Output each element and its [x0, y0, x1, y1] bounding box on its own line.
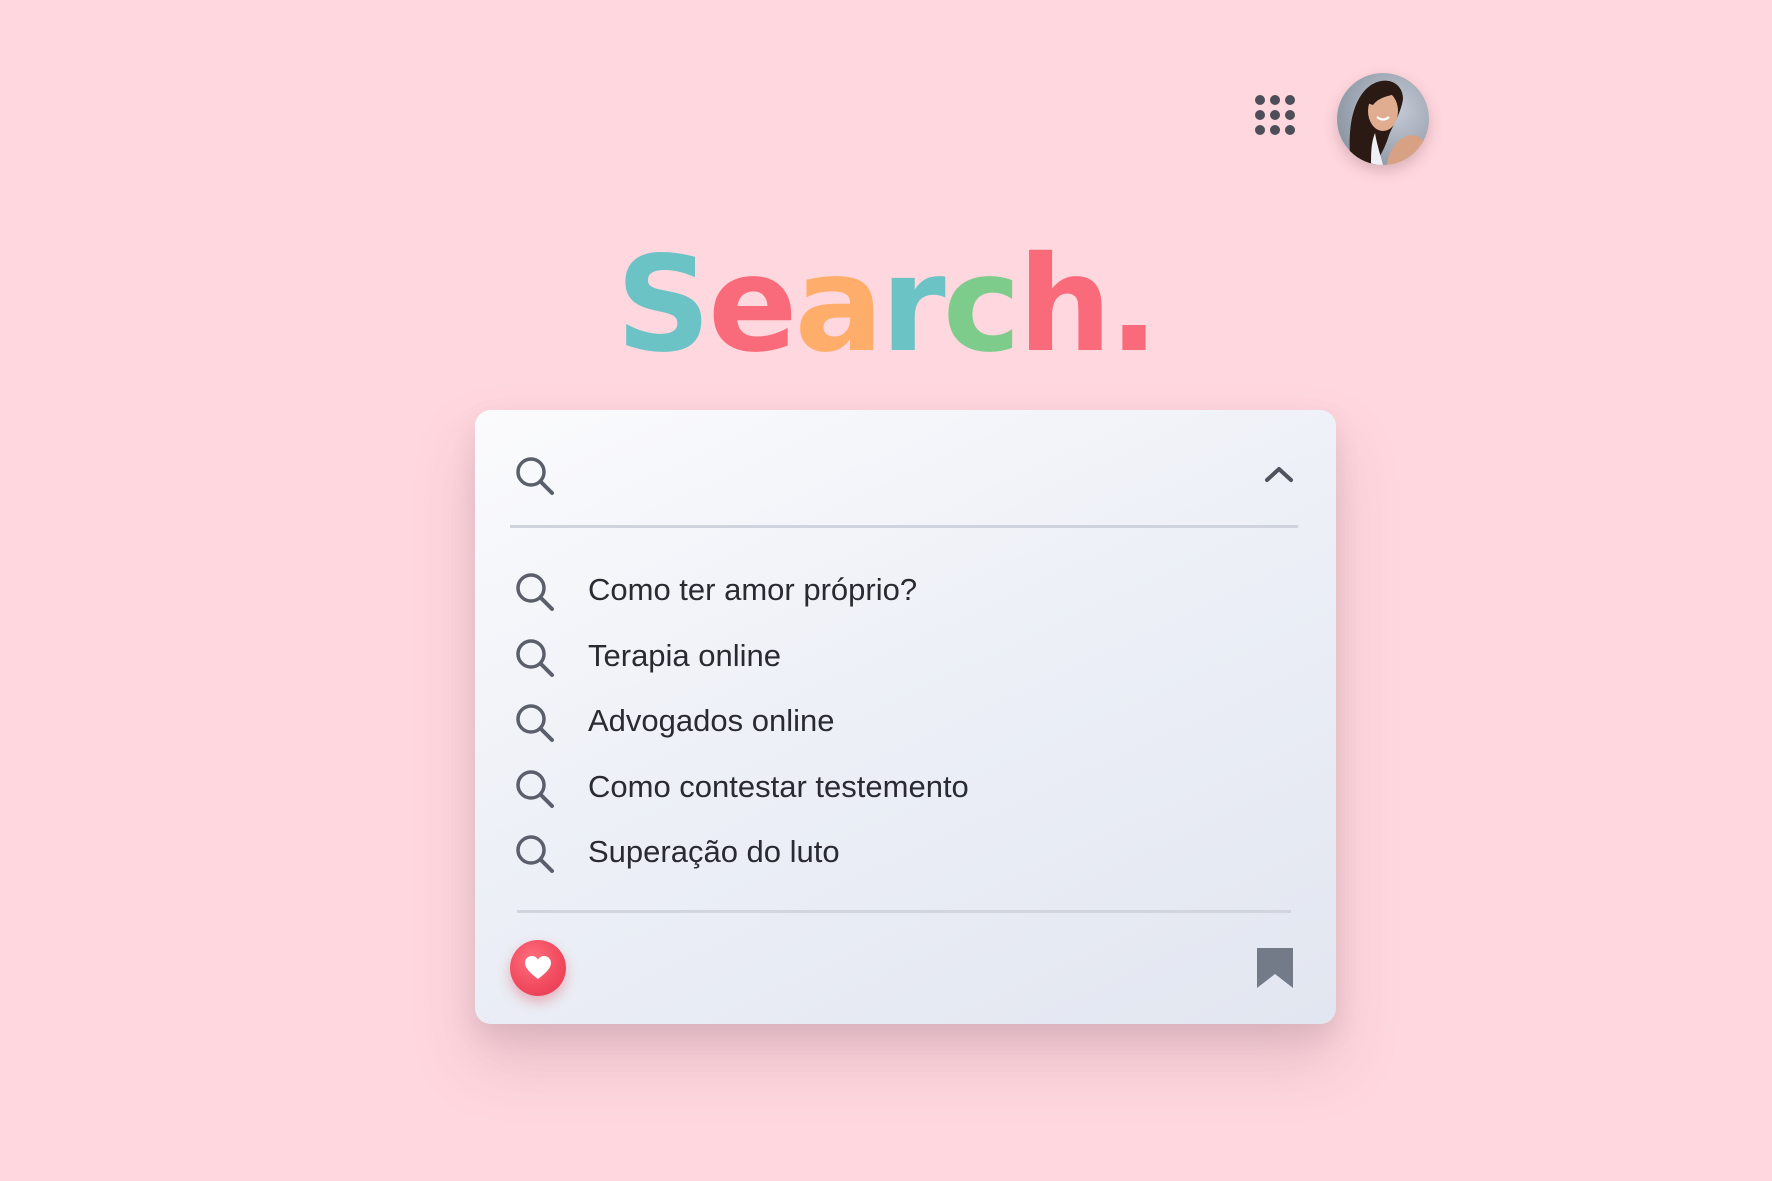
avatar-photo	[1337, 73, 1429, 165]
suggestion-label: Como ter amor próprio?	[588, 572, 918, 607]
suggestion-item[interactable]: Advogados online	[475, 693, 1336, 759]
search-icon	[516, 704, 554, 742]
suggestion-label: Advogados online	[588, 703, 835, 738]
suggestion-item[interactable]: Como contestar testemento	[475, 759, 1336, 825]
heart-icon	[525, 956, 551, 979]
search-bar	[475, 410, 1336, 526]
logo-letter: .	[1108, 228, 1159, 382]
logo-letter: e	[707, 228, 798, 382]
apps-grid-dot	[1255, 95, 1265, 105]
logo-letter: S	[615, 228, 711, 382]
suggestion-label: Terapia online	[588, 637, 782, 673]
apps-grid-dot	[1270, 125, 1280, 135]
suggestion-item[interactable]: Terapia online	[475, 628, 1336, 694]
suggestion-list: Como ter amor próprio? Terapia online Ad…	[475, 562, 1336, 890]
apps-grid-button[interactable]	[1255, 95, 1299, 139]
search-icon	[516, 638, 554, 677]
user-avatar[interactable]	[1337, 73, 1429, 165]
search-icon	[516, 573, 554, 611]
favorite-button[interactable]	[510, 940, 566, 996]
suggestion-label: Como contestar testemento	[588, 768, 969, 804]
search-icon	[516, 769, 554, 808]
search-logo: Search.	[0, 230, 1772, 380]
bookmark-icon[interactable]	[1255, 946, 1295, 990]
logo-letter: a	[794, 228, 884, 382]
divider	[517, 910, 1291, 913]
search-panel: Como ter amor próprio? Terapia online Ad…	[475, 410, 1336, 1024]
search-icon	[516, 457, 554, 495]
apps-grid-dot	[1285, 95, 1295, 105]
logo-letter: h	[1017, 228, 1112, 382]
search-input[interactable]	[575, 448, 1219, 494]
apps-grid-dot	[1255, 125, 1265, 135]
apps-grid-dot	[1270, 95, 1280, 105]
chevron-up-icon[interactable]	[1259, 454, 1299, 494]
logo-letter: c	[942, 228, 1021, 382]
apps-grid-dot	[1285, 125, 1295, 135]
suggestion-item[interactable]: Como ter amor próprio?	[475, 562, 1336, 628]
search-icon	[516, 835, 554, 873]
divider	[510, 525, 1298, 528]
logo-letter: r	[880, 228, 946, 382]
apps-grid-dot	[1285, 110, 1295, 120]
suggestion-label: Superação do luto	[588, 834, 840, 869]
apps-grid-dot	[1255, 110, 1265, 120]
suggestion-item[interactable]: Superação do luto	[475, 824, 1336, 890]
apps-grid-dot	[1270, 110, 1280, 120]
